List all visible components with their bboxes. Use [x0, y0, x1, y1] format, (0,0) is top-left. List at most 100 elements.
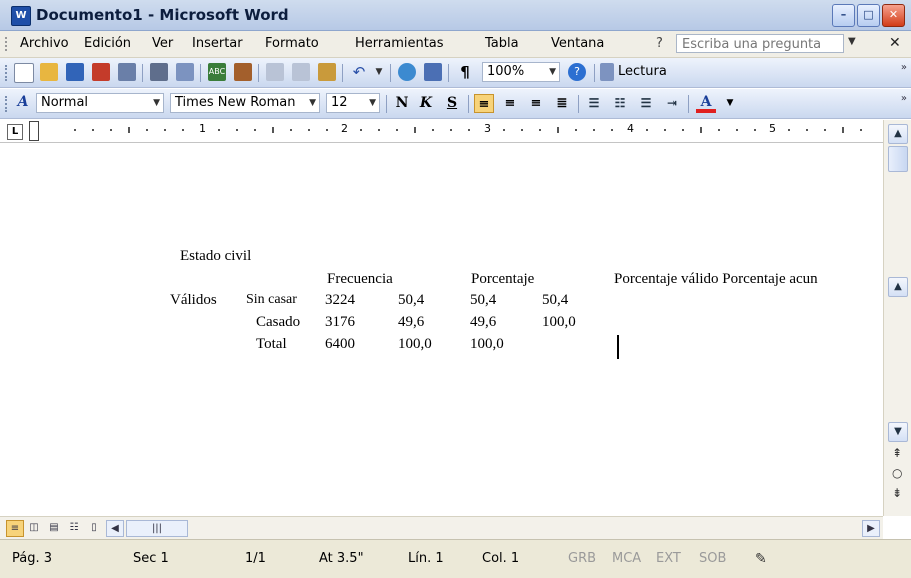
- help-icon[interactable]: ?: [568, 63, 586, 81]
- scroll-thumb[interactable]: [888, 146, 908, 172]
- print-preview-icon[interactable]: [176, 63, 194, 81]
- menu-ventana[interactable]: Ventana: [551, 36, 604, 51]
- menu-ver[interactable]: Ver: [152, 36, 173, 51]
- ruler-toggle-button[interactable]: ▲: [888, 124, 908, 144]
- indent-icon[interactable]: ⇥: [662, 94, 682, 113]
- horizontal-scroll-thumb[interactable]: |||: [126, 520, 188, 537]
- horizontal-scrollbar[interactable]: ≡ ◫ ▤ ☷ ▯ ◀ ||| ▶: [0, 516, 883, 539]
- font-size-select[interactable]: 12 ▼: [326, 93, 380, 113]
- word-app-icon[interactable]: W: [11, 6, 31, 26]
- indent-marker[interactable]: [29, 121, 39, 141]
- style-select[interactable]: Normal ▼: [36, 93, 164, 113]
- align-right-button[interactable]: ≡: [526, 94, 546, 113]
- menu-tabla[interactable]: Tabla: [485, 36, 519, 51]
- toolbar-options-chevron-icon[interactable]: »: [901, 93, 907, 104]
- line-spacing-icon[interactable]: ☰: [584, 94, 604, 113]
- ask-dropdown-icon[interactable]: ▼: [848, 36, 856, 47]
- close-button[interactable]: ✕: [882, 4, 905, 27]
- open-folder-icon[interactable]: [40, 63, 58, 81]
- status-track-changes[interactable]: MCA: [612, 551, 641, 566]
- ruler-tick: [611, 129, 613, 131]
- reading-layout-icon[interactable]: [600, 63, 614, 81]
- tab-selector-icon[interactable]: L: [7, 124, 23, 140]
- ask-question-input[interactable]: Escriba una pregunta: [676, 34, 844, 53]
- style-dropdown-icon: ▼: [153, 98, 160, 108]
- normal-view-icon[interactable]: ≡: [6, 520, 24, 537]
- status-record-macro[interactable]: GRB: [568, 551, 596, 566]
- styles-pane-icon[interactable]: A: [14, 94, 32, 112]
- bold-button[interactable]: N: [392, 94, 412, 113]
- horizontal-ruler[interactable]: L 1 2 3 4 5: [0, 120, 883, 143]
- reading-layout-button[interactable]: Lectura: [618, 64, 667, 79]
- spelling-icon[interactable]: ABC: [208, 63, 226, 81]
- menu-formato[interactable]: Formato: [265, 36, 319, 51]
- ruler-tick: [236, 129, 238, 131]
- font-color-button[interactable]: A: [696, 94, 716, 113]
- window-title: Documento1 - Microsoft Word: [36, 6, 289, 24]
- ruler-tick: [396, 129, 398, 131]
- toolbar-separator: [200, 64, 201, 82]
- menu-insertar[interactable]: Insertar: [192, 36, 243, 51]
- toolbar-grip-handle[interactable]: [5, 96, 9, 112]
- hyperlink-icon[interactable]: [398, 63, 416, 81]
- toolbar-grip-handle[interactable]: [5, 65, 9, 81]
- previous-page-icon[interactable]: ⇞: [892, 446, 902, 460]
- print-icon[interactable]: [150, 63, 168, 81]
- scroll-left-button[interactable]: ◀: [106, 520, 124, 537]
- ruler-tick: [521, 129, 523, 131]
- undo-dropdown-icon[interactable]: ▼: [370, 63, 388, 81]
- status-extend-selection[interactable]: EXT: [656, 551, 681, 566]
- email-icon[interactable]: [118, 63, 136, 81]
- undo-icon[interactable]: ↶: [350, 63, 368, 81]
- ruler-tick: [290, 129, 292, 131]
- insert-table-icon[interactable]: [424, 63, 442, 81]
- font-select[interactable]: Times New Roman ▼: [170, 93, 320, 113]
- menu-edicion[interactable]: Edición: [84, 36, 131, 51]
- underline-button[interactable]: S: [442, 94, 462, 113]
- toolbar-options-chevron-icon[interactable]: »: [901, 62, 907, 73]
- save-icon[interactable]: [66, 63, 84, 81]
- permission-icon[interactable]: [92, 63, 110, 81]
- toolbar-separator: [258, 64, 259, 82]
- print-layout-icon[interactable]: ▤: [46, 520, 62, 535]
- show-paragraph-icon[interactable]: ¶: [456, 63, 474, 81]
- menu-archivo[interactable]: Archivo: [20, 36, 69, 51]
- document-close-icon[interactable]: ✕: [889, 35, 901, 51]
- menu-grip-handle[interactable]: [5, 37, 9, 51]
- italic-button[interactable]: K: [416, 94, 436, 113]
- research-icon[interactable]: [234, 63, 252, 81]
- align-center-button[interactable]: ≡: [500, 94, 520, 113]
- status-overtype[interactable]: SOB: [699, 551, 726, 566]
- numbering-icon[interactable]: ☷: [610, 94, 630, 113]
- font-color-dropdown-icon[interactable]: ▼: [720, 94, 740, 113]
- select-browse-object-icon[interactable]: ○: [892, 466, 902, 480]
- new-document-icon[interactable]: [14, 63, 34, 83]
- reading-view-icon[interactable]: ▯: [86, 520, 102, 535]
- scroll-up-button[interactable]: ▲: [888, 277, 908, 297]
- justify-button[interactable]: ≣: [552, 94, 572, 113]
- menu-herramientas[interactable]: Herramientas: [355, 36, 444, 51]
- web-layout-icon[interactable]: ◫: [26, 520, 42, 535]
- next-page-icon[interactable]: ⇟: [892, 486, 902, 500]
- bullets-icon[interactable]: ☰: [636, 94, 656, 113]
- cell-percent: 50,4: [398, 292, 425, 308]
- zoom-select[interactable]: 100% ▼: [482, 62, 560, 82]
- ruler-tick: [182, 129, 184, 131]
- status-line: Lín. 1: [408, 551, 444, 566]
- vertical-scrollbar[interactable]: ▲ ▲ ▼ ⇞ ○ ⇟: [883, 120, 911, 516]
- align-left-button[interactable]: ≡: [474, 94, 494, 113]
- minimize-button[interactable]: –: [832, 4, 855, 27]
- cell-valid-percent: 49,6: [470, 314, 497, 330]
- cell-valid-percent: 50,4: [470, 292, 497, 308]
- scroll-right-button[interactable]: ▶: [862, 520, 880, 537]
- maximize-button[interactable]: □: [857, 4, 880, 27]
- paste-icon[interactable]: [318, 63, 336, 81]
- scroll-down-button[interactable]: ▼: [888, 422, 908, 442]
- document-page[interactable]: [0, 143, 883, 515]
- outline-view-icon[interactable]: ☷: [66, 520, 82, 535]
- copy-icon[interactable]: [292, 63, 310, 81]
- column-header-porcentaje: Porcentaje: [471, 271, 535, 287]
- help-question-icon: ?: [656, 36, 663, 51]
- spelling-status-icon[interactable]: ✎: [755, 551, 767, 567]
- cut-icon[interactable]: [266, 63, 284, 81]
